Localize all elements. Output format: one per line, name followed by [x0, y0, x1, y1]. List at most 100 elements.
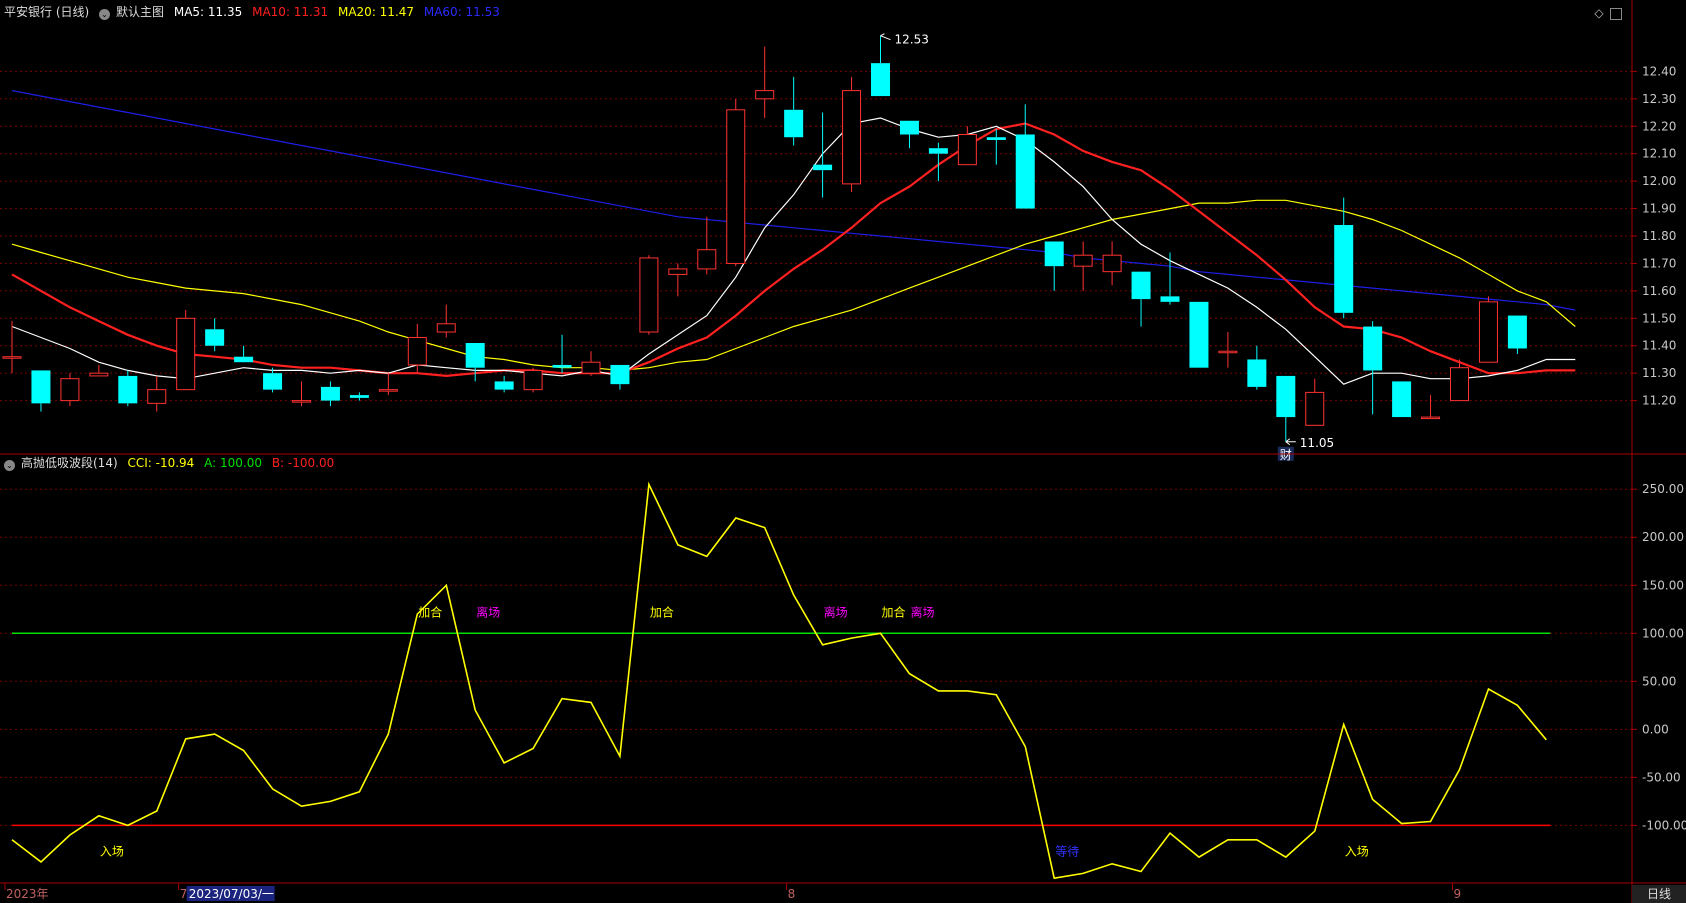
signal-label: 加合	[882, 604, 906, 619]
cci-tick-label: 250.00	[1642, 482, 1684, 496]
signal-label: 入场	[1345, 844, 1369, 858]
candle-body-down	[552, 364, 572, 368]
candle-body-up	[407, 337, 427, 366]
candle-body-down	[1363, 326, 1383, 371]
candle-body-up	[639, 257, 659, 333]
candle-body-down	[263, 373, 283, 390]
signal-label: 加合	[418, 604, 442, 619]
candle-body-up	[1102, 254, 1122, 273]
signal-label: 加合	[650, 604, 674, 619]
diamond-icon[interactable]: ◇	[1592, 6, 1606, 20]
candle	[1189, 301, 1209, 368]
candle-body-up	[842, 90, 862, 185]
candle-body-down	[234, 356, 254, 363]
price-tick-label: 11.40	[1642, 339, 1676, 353]
candle-body-up	[957, 133, 977, 166]
ma10-value: MA10: 11.31	[252, 5, 329, 19]
indicator-name[interactable]: 高抛低吸波段(14)	[21, 456, 118, 470]
cci-tick-label: 100.00	[1642, 626, 1684, 640]
chevron-down-icon[interactable]: ⌄	[4, 460, 15, 471]
candle-body-down	[1131, 271, 1151, 300]
candle	[1507, 315, 1527, 354]
cci-tick-label: 0.00	[1642, 722, 1669, 736]
candle	[523, 367, 543, 393]
cci-tick-label: -100.00	[1642, 818, 1686, 832]
candle-body-down	[1334, 225, 1354, 313]
candle-body-up	[726, 109, 746, 264]
candle-body-down	[31, 370, 51, 404]
candle-body-up	[378, 389, 398, 392]
signal-label: 离场	[476, 604, 500, 619]
price-tick-label: 11.80	[1642, 229, 1676, 243]
period-tab[interactable]: 日线	[1632, 885, 1686, 903]
price-tick-label: 11.30	[1642, 366, 1676, 380]
chevron-down-icon[interactable]: ⌄	[99, 9, 111, 20]
signal-label: 离场	[824, 604, 848, 619]
maximize-icon[interactable]	[1610, 8, 1622, 20]
candle-body-up	[1421, 416, 1441, 420]
candle-body-down	[986, 137, 1006, 140]
candle-body-up	[1073, 254, 1093, 267]
candle-body-down	[205, 329, 225, 346]
candle-body-up	[668, 268, 688, 275]
candle-body-up	[176, 317, 196, 391]
price-tick-label: 11.70	[1642, 256, 1676, 270]
candle-body-down	[813, 164, 833, 171]
candle-body-up	[147, 389, 167, 404]
candle-body-down	[928, 148, 948, 154]
candle-body-up	[89, 372, 109, 377]
candle-body-down	[1392, 381, 1412, 418]
candle-body-down	[320, 386, 340, 401]
date-label: 9	[1454, 887, 1462, 901]
candle	[1392, 381, 1412, 418]
date-label: 2023年	[6, 887, 49, 901]
candle-body-down	[1044, 241, 1064, 267]
candle-body-down	[1189, 301, 1209, 368]
candle-body-up	[436, 323, 456, 333]
cci-value: CCI: -10.94	[127, 456, 195, 470]
price-tick-label: 11.90	[1642, 202, 1676, 216]
main-chart-selector[interactable]: 默认主图	[116, 5, 164, 19]
max-price-label: 12.53	[895, 33, 929, 47]
signal-label: 等待	[1055, 844, 1079, 858]
candle-body-down	[1507, 315, 1527, 349]
min-price-label: 11.05	[1300, 436, 1334, 450]
date-cursor-label: 2023/07/03/一	[189, 887, 274, 901]
event-tag: 财	[1280, 448, 1292, 462]
cci-tick-label: 50.00	[1642, 674, 1676, 688]
candle-body-down	[1276, 375, 1296, 418]
cci-tick-label: 200.00	[1642, 530, 1684, 544]
ma20-value: MA20: 11.47	[337, 5, 415, 19]
date-label: 7	[180, 887, 188, 901]
candle-body-down	[494, 381, 514, 390]
price-tick-label: 11.20	[1642, 394, 1676, 408]
candle-body-up	[2, 356, 22, 359]
price-tick-label: 12.30	[1642, 92, 1676, 106]
candle	[726, 98, 746, 267]
candle-body-down	[118, 375, 138, 404]
candle-body-up	[292, 400, 311, 403]
candle	[1478, 296, 1498, 363]
indicator-legend: ⌄ 高抛低吸波段(14) CCI: -10.94 A: 100.00 B: -10…	[4, 454, 340, 472]
signal-label: 离场	[910, 604, 934, 619]
cci-tick-label: -50.00	[1642, 770, 1681, 784]
candle-body-up	[697, 249, 717, 270]
a-value: A: 100.00	[204, 456, 262, 470]
candle-body-down	[871, 63, 890, 97]
main-legend: 平安银行 (日线) ⌄ 默认主图 MA5: 11.35 MA10: 11.31 M…	[4, 3, 506, 21]
candle-body-down	[784, 109, 804, 138]
candle	[639, 255, 659, 335]
price-tick-label: 12.40	[1642, 64, 1676, 78]
cci-tick-label: 150.00	[1642, 578, 1684, 592]
candle-body-up	[581, 361, 601, 374]
ma5-value: MA5: 11.35	[173, 5, 243, 19]
candle-body-down	[349, 395, 369, 398]
candle	[176, 310, 196, 391]
candle-body-down	[610, 364, 630, 385]
candle-body-down	[1247, 359, 1267, 387]
candle-body-down	[899, 120, 919, 135]
candle-body-down	[465, 343, 485, 368]
candle-body-down	[1015, 134, 1035, 209]
price-tick-label: 12.10	[1642, 147, 1676, 161]
candle-body-up	[523, 369, 543, 391]
